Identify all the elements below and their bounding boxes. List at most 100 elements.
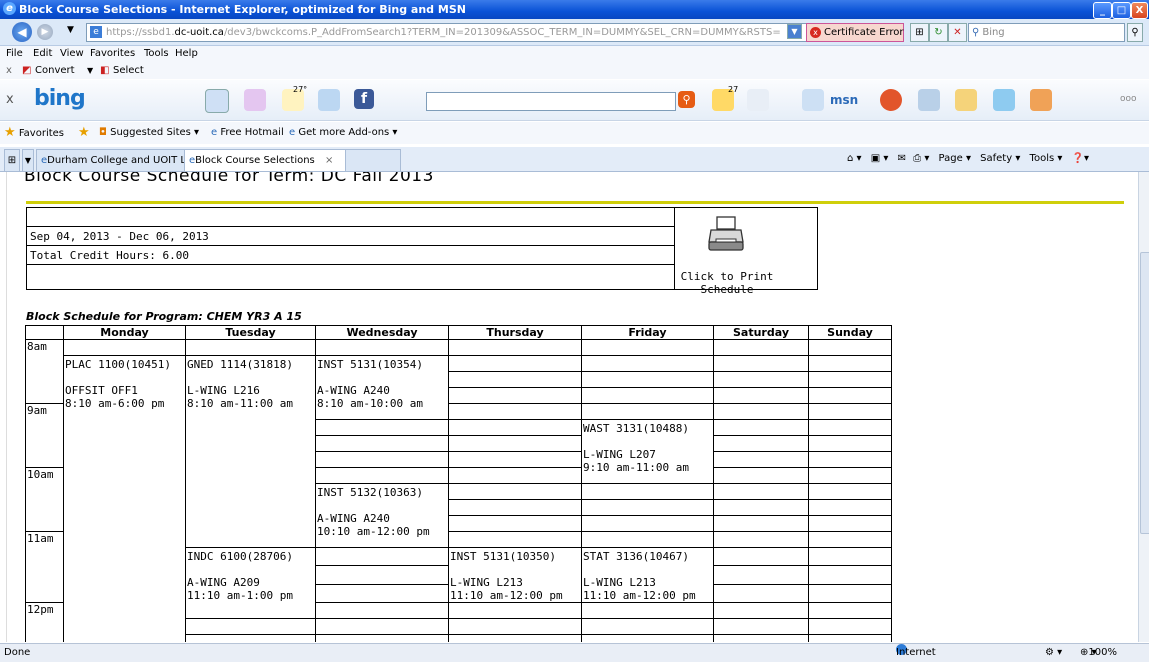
close-tab-icon[interactable]: ×: [325, 150, 333, 171]
menu-bar: File Edit View Favorites Tools Help: [0, 46, 1149, 62]
certificate-error-button[interactable]: x Certificate Error: [806, 23, 904, 42]
schedule-row: 8am: [25, 339, 892, 404]
news-icon[interactable]: [205, 89, 229, 113]
maximize-button[interactable]: □: [1112, 2, 1131, 19]
course-room: L-WING L213: [583, 576, 656, 589]
bing-search-button-icon[interactable]: ⚲: [678, 91, 695, 108]
search-input[interactable]: ⚲ Bing: [968, 23, 1125, 42]
home-icon[interactable]: ⌂ ▾: [847, 153, 862, 164]
course-code: GNED 1114(31818): [187, 358, 293, 371]
course-block[interactable]: INDC 6100(28706) A-WING A209 11:10 am-1:00…: [185, 547, 316, 619]
free-hotmail-link[interactable]: e Free Hotmail: [211, 122, 284, 144]
address-dropdown-icon[interactable]: ▼: [787, 24, 802, 39]
msn-logo[interactable]: msn: [830, 93, 858, 107]
course-block[interactable]: PLAC 1100(10451) OFFSIT OFF1 8:10 am-6:00 …: [63, 355, 186, 642]
menu-edit[interactable]: Edit: [33, 46, 52, 62]
ie-logo-icon: e: [3, 2, 16, 15]
shopping-icon[interactable]: [1030, 89, 1052, 111]
empty-slot: [713, 419, 809, 436]
convert-button[interactable]: Convert: [35, 62, 75, 79]
read-mail-icon[interactable]: ✉: [898, 153, 906, 164]
tab-durham-college[interactable]: eDurham College and UOIT Lo...: [36, 149, 201, 171]
course-block[interactable]: STAT 3136(10467) L-WING L213 11:10 am-12:0…: [581, 547, 714, 603]
notification-count: 27: [728, 85, 739, 94]
games-icon[interactable]: [955, 89, 977, 111]
compatibility-view-icon[interactable]: ⊞: [910, 23, 929, 42]
print-schedule-link[interactable]: Click to Print Schedule: [656, 270, 798, 296]
new-tab-button[interactable]: [345, 149, 401, 171]
back-button[interactable]: ◀: [12, 22, 32, 42]
heading-divider: [26, 201, 1124, 204]
favorites-button[interactable]: ★ Favorites: [4, 122, 64, 145]
close-button[interactable]: X: [1131, 2, 1148, 19]
close-bing-toolbar-icon[interactable]: x: [6, 92, 14, 107]
empty-slot: [315, 546, 449, 567]
facebook-icon[interactable]: f: [354, 89, 374, 109]
empty-slot: [808, 419, 892, 436]
printer-icon[interactable]: [706, 214, 746, 254]
empty-slot: [808, 546, 892, 567]
empty-slot: [808, 435, 892, 452]
minimize-button[interactable]: _: [1093, 2, 1112, 19]
course-block[interactable]: INST 5131(10354) A-WING A240 8:10 am-10:00…: [315, 355, 449, 420]
more-icon[interactable]: ooo: [1120, 94, 1137, 104]
menu-file[interactable]: File: [6, 46, 23, 62]
convert-dropdown-icon[interactable]: ▼: [87, 62, 93, 79]
menu-favorites[interactable]: Favorites: [90, 46, 135, 62]
print-icon[interactable]: ⎙ ▾: [913, 153, 929, 164]
zoom-control[interactable]: ⊕ 100% ▾: [1080, 644, 1117, 662]
status-text: Done: [4, 647, 31, 658]
hotmail-icon[interactable]: [880, 89, 902, 111]
stop-icon[interactable]: ✕: [948, 23, 967, 42]
bing-logo[interactable]: bing: [34, 86, 86, 111]
notification-icon[interactable]: 27: [712, 85, 738, 111]
video-icon[interactable]: [918, 89, 940, 111]
tab-list-dropdown-icon[interactable]: ▼: [22, 149, 34, 171]
empty-slot: [448, 483, 582, 500]
close-toolbar-icon[interactable]: x: [6, 62, 12, 79]
course-time: 10:10 am-12:00 pm: [317, 525, 430, 538]
course-code: INST 5132(10363): [317, 486, 423, 499]
term-dates: Sep 04, 2013 - Dec 06, 2013: [26, 226, 675, 246]
empty-slot: [315, 467, 449, 484]
suggested-sites-link[interactable]: ◘ Suggested Sites ▾: [99, 122, 199, 144]
recent-pages-dropdown-icon[interactable]: ▼: [67, 25, 74, 35]
empty-slot: [581, 483, 714, 500]
feeds-icon[interactable]: ▣ ▾: [871, 153, 889, 164]
bing-search-input[interactable]: [426, 92, 676, 111]
weather-icon[interactable]: 27°: [282, 85, 307, 111]
skype-icon[interactable]: [993, 89, 1015, 111]
course-block[interactable]: WAST 3131(10488) L-WING L207 9:10 am-11:00…: [581, 419, 714, 484]
empty-slot: [315, 602, 449, 619]
tab-block-course-selections[interactable]: eBlock Course Selections ×: [184, 149, 348, 171]
get-more-addons-link[interactable]: e Get more Add-ons ▾: [289, 122, 397, 144]
tools-menu[interactable]: Tools ▾: [1030, 153, 1063, 164]
empty-slot: [581, 499, 714, 516]
ie-page-icon: e: [211, 127, 218, 138]
maps-icon[interactable]: [244, 89, 266, 111]
status-bar: Done Internet ⚙ ▾ ⊕ 100% ▾: [0, 643, 1149, 662]
empty-slot: [448, 403, 582, 420]
select-button[interactable]: Select: [113, 62, 144, 79]
menu-help[interactable]: Help: [175, 46, 198, 62]
menu-view[interactable]: View: [60, 46, 84, 62]
refresh-icon[interactable]: ↻: [929, 23, 948, 42]
course-block[interactable]: GNED 1114(31818) L-WING L216 8:10 am-11:00…: [185, 355, 316, 548]
safety-menu[interactable]: Safety ▾: [980, 153, 1020, 164]
messenger-icon[interactable]: [802, 89, 824, 111]
travel-icon[interactable]: [318, 89, 340, 111]
help-icon[interactable]: ❓▾: [1072, 153, 1089, 164]
add-favorite-icon[interactable]: ★: [78, 122, 90, 144]
course-block[interactable]: INST 5131(10350) L-WING L213 11:10 am-12:0…: [448, 547, 582, 603]
search-go-icon[interactable]: ⚲: [1127, 23, 1143, 42]
course-block[interactable]: INST 5132(10363) A-WING A240 10:10 am-12:0…: [315, 483, 449, 548]
protected-mode-icon[interactable]: ⚙ ▾: [1045, 644, 1062, 662]
scrollbar-thumb[interactable]: [1140, 252, 1149, 534]
like-icon[interactable]: [747, 89, 769, 111]
menu-tools[interactable]: Tools: [144, 46, 169, 62]
forward-button[interactable]: ▶: [37, 24, 53, 40]
page-menu[interactable]: Page ▾: [939, 153, 971, 164]
address-field[interactable]: e https://ssbd1.dc-uoit.ca/dev3/bwckcoms.…: [86, 23, 808, 42]
vertical-scrollbar[interactable]: [1138, 172, 1149, 642]
quick-tabs-icon[interactable]: ⊞: [4, 149, 20, 171]
